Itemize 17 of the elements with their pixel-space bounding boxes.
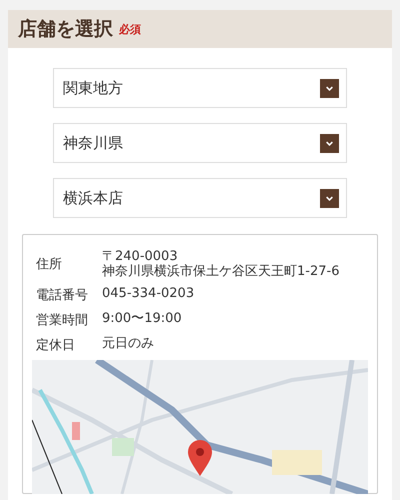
section-title: 店舗を選択 xyxy=(18,17,113,42)
info-value: 9:00〜19:00 xyxy=(102,311,183,326)
info-value: 元日のみ xyxy=(102,336,155,351)
dropdown[interactable]: 関東地方 xyxy=(53,68,347,108)
info-value: 神奈川県横浜市保土ケ谷区天王町1-27-6 xyxy=(102,264,340,279)
required-label: 必須 xyxy=(119,22,141,36)
info-label: 電話番号 xyxy=(36,287,89,304)
chevron-down-icon xyxy=(320,78,339,98)
dropdown[interactable]: 横浜本店 xyxy=(53,178,347,218)
dropdown[interactable]: 神奈川県 xyxy=(53,123,347,163)
info-value: 045-334-0203 xyxy=(102,286,196,301)
chevron-down-icon xyxy=(320,134,339,152)
info-label: 営業時間 xyxy=(36,312,89,329)
info-label: 住所 xyxy=(36,256,63,273)
info-label: 定休日 xyxy=(36,337,76,354)
info-value: 〒240-0003 xyxy=(102,249,179,264)
chevron-down-icon xyxy=(320,188,339,208)
